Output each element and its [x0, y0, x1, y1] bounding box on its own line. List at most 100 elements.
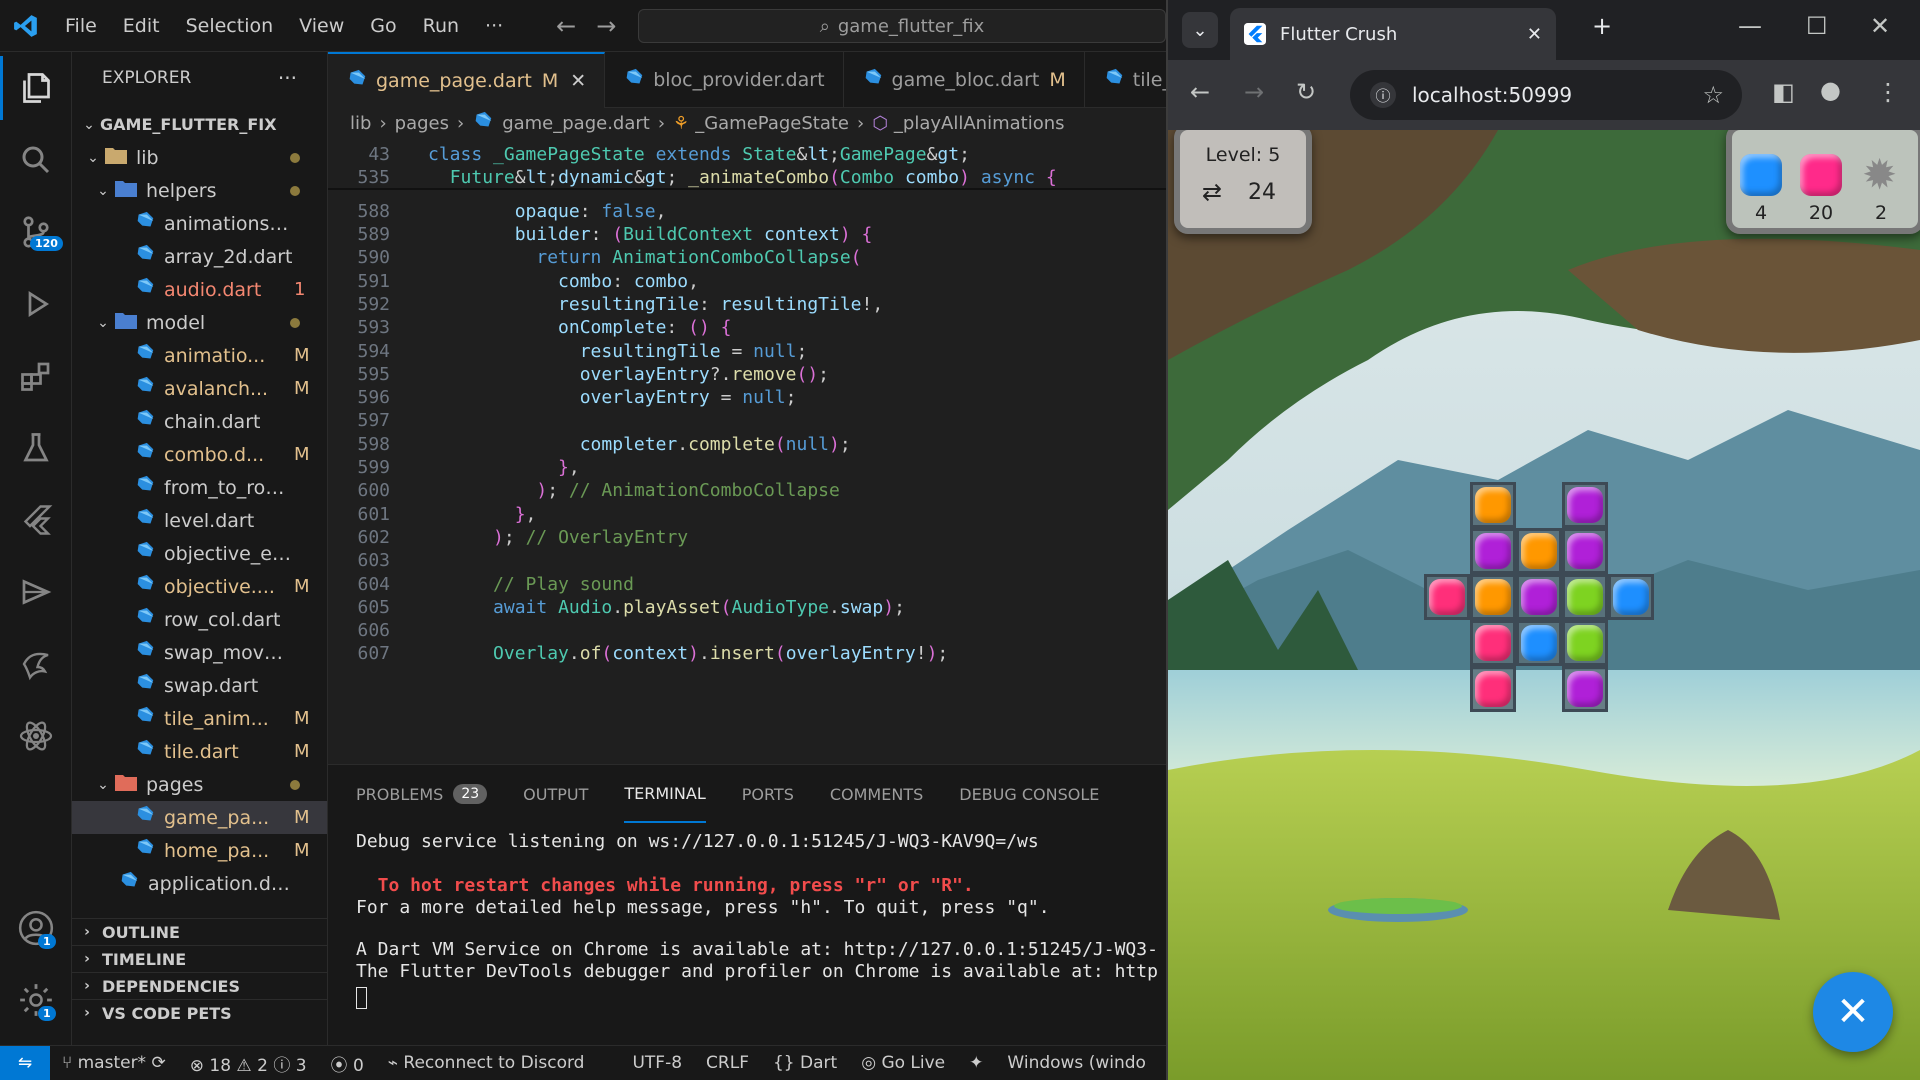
folder-row[interactable]: ⌄ model — [72, 306, 327, 339]
purple-gem-icon[interactable] — [1521, 579, 1557, 615]
accounts-icon[interactable]: 1 — [0, 896, 72, 960]
panel-tab-problems[interactable]: PROBLEMS 23 — [356, 765, 488, 823]
discord-status[interactable]: ⌁ Reconnect to Discord — [376, 1053, 597, 1073]
explorer-icon[interactable] — [0, 56, 72, 120]
pink-gem-icon[interactable] — [1429, 579, 1465, 615]
section-outline[interactable]: › OUTLINE — [72, 918, 327, 945]
flutter-status-icon[interactable]: ✦ — [957, 1053, 995, 1073]
file-row[interactable]: application.dart — [72, 867, 327, 900]
settings-gear-icon[interactable]: 1 — [0, 968, 72, 1032]
breadcrumb-item[interactable]: lib — [350, 113, 371, 134]
menu-item[interactable]: Run — [410, 0, 472, 52]
forward-arrow-icon[interactable]: → — [586, 12, 626, 40]
project-root[interactable]: ⌄ GAME_FLUTTER_FIX — [72, 108, 327, 141]
menu-item[interactable]: Edit — [110, 0, 173, 52]
file-row[interactable]: objective.... M — [72, 570, 327, 603]
maximize-icon[interactable]: ☐ — [1806, 12, 1828, 40]
remote-icon[interactable] — [0, 560, 72, 624]
panel-tab-terminal[interactable]: TERMINAL — [624, 765, 706, 823]
file-row[interactable]: combo.d... M — [72, 438, 327, 471]
new-tab-icon[interactable]: + — [1592, 12, 1612, 40]
file-row[interactable]: row_col.dart — [72, 603, 327, 636]
remote-icon[interactable]: ⇋ — [0, 1045, 50, 1080]
purple-gem-icon[interactable] — [1567, 487, 1603, 523]
menu-item[interactable]: File — [52, 0, 110, 52]
bookmark-star-icon[interactable]: ☆ — [1702, 81, 1724, 109]
file-row[interactable]: home_pa... M — [72, 834, 327, 867]
file-row[interactable]: swap_move.dart — [72, 636, 327, 669]
section-timeline[interactable]: › TIMELINE — [72, 945, 327, 972]
purple-gem-icon[interactable] — [1475, 533, 1511, 569]
explorer-more-icon[interactable]: ··· — [278, 66, 297, 90]
side-panel-icon[interactable]: ◧ — [1772, 78, 1795, 106]
terminal-output[interactable]: Debug service listening on ws://127.0.0.… — [328, 823, 1166, 1045]
language-status[interactable]: {} Dart — [761, 1053, 849, 1073]
green-gem-icon[interactable] — [1567, 579, 1603, 615]
blue-gem-icon[interactable] — [1613, 579, 1649, 615]
problems-status[interactable]: ⊗ 18 ⚠ 2 ⓘ 3 — [178, 1051, 319, 1076]
orange-gem-icon[interactable] — [1521, 533, 1557, 569]
close-fab-button[interactable]: ✕ — [1813, 972, 1893, 1052]
dart-devtools-icon[interactable] — [0, 632, 72, 696]
pink-gem-icon[interactable] — [1475, 625, 1511, 661]
address-bar[interactable]: ⓘ localhost:50999 ☆ — [1350, 70, 1742, 120]
file-row[interactable]: game_pa... M — [72, 801, 327, 834]
menu-item[interactable]: Go — [357, 0, 409, 52]
close-tab-icon[interactable]: ✕ — [1527, 24, 1542, 45]
file-row[interactable]: animations_res... — [72, 207, 327, 240]
close-tab-icon[interactable]: ✕ — [570, 70, 586, 92]
orange-gem-icon[interactable] — [1475, 487, 1511, 523]
command-center-search[interactable]: ⌕ game_flutter_fix — [638, 9, 1166, 43]
file-row[interactable]: chain.dart — [72, 405, 327, 438]
pink-gem-icon[interactable] — [1475, 671, 1511, 707]
encoding-status[interactable]: UTF-8 — [620, 1053, 694, 1073]
menu-item[interactable]: View — [286, 0, 357, 52]
file-row[interactable]: avalanch... M — [72, 372, 327, 405]
breadcrumb-item[interactable]: _GamePageState — [695, 113, 849, 134]
file-row[interactable]: audio.dart 1 — [72, 273, 327, 306]
extensions-icon[interactable] — [0, 344, 72, 408]
flutter-icon[interactable] — [0, 488, 72, 552]
source-control-icon[interactable]: 120 — [0, 200, 72, 264]
file-row[interactable]: from_to_row_c... — [72, 471, 327, 504]
menu-item[interactable]: Selection — [173, 0, 287, 52]
file-row[interactable]: tile.dart M — [72, 735, 327, 768]
run-debug-icon[interactable] — [0, 272, 72, 336]
close-window-icon[interactable]: ✕ — [1870, 12, 1890, 40]
folder-row[interactable]: ⌄ lib — [72, 141, 327, 174]
panel-tab-debug-console[interactable]: DEBUG CONSOLE — [959, 765, 1099, 823]
file-row[interactable]: swap.dart — [72, 669, 327, 702]
file-row[interactable]: tile_anim... M — [72, 702, 327, 735]
file-row[interactable]: animatio... M — [72, 339, 327, 372]
section-dependencies[interactable]: › DEPENDENCIES — [72, 972, 327, 999]
file-row[interactable]: array_2d.dart — [72, 240, 327, 273]
menu-item[interactable]: ··· — [472, 0, 516, 52]
editor-tab[interactable]: game_page.dart M ✕ — [328, 52, 606, 108]
testing-icon[interactable] — [0, 416, 72, 480]
breadcrumb-item[interactable]: pages — [395, 113, 449, 134]
forward-icon[interactable]: → — [1244, 78, 1264, 106]
folder-row[interactable]: ⌄ helpers — [72, 174, 327, 207]
eol-status[interactable]: CRLF — [694, 1053, 761, 1073]
reload-icon[interactable]: ↻ — [1296, 78, 1316, 106]
tab-search-icon[interactable]: ⌄ — [1182, 12, 1218, 48]
code-editor[interactable]: 43 class _GamePageState extends State&lt;… — [328, 138, 1166, 764]
editor-tab[interactable]: game_bloc.dart M — [844, 52, 1085, 108]
go-live-button[interactable]: ◎ Go Live — [849, 1053, 957, 1073]
search-icon[interactable] — [0, 128, 72, 192]
react-icon[interactable] — [0, 704, 72, 768]
panel-tab-output[interactable]: OUTPUT — [523, 765, 588, 823]
section-vs-code-pets[interactable]: › VS CODE PETS — [72, 999, 327, 1026]
breadcrumb-item[interactable]: _playAllAnimations — [894, 113, 1065, 134]
purple-gem-icon[interactable] — [1567, 533, 1603, 569]
file-row[interactable]: level.dart — [72, 504, 327, 537]
editor-tab[interactable]: bloc_provider.dart — [605, 52, 844, 108]
folder-row[interactable]: ⌄ pages — [72, 768, 327, 801]
flutter-game-canvas[interactable]: Level: 5 ⇄ 24 4 20 ✹ 2 ✕ — [1168, 130, 1920, 1080]
minimize-icon[interactable]: — — [1738, 12, 1762, 40]
device-status[interactable]: Windows (windo — [995, 1053, 1158, 1073]
purple-gem-icon[interactable] — [1567, 671, 1603, 707]
green-gem-icon[interactable] — [1567, 625, 1603, 661]
orange-gem-icon[interactable] — [1475, 579, 1511, 615]
panel-tab-ports[interactable]: PORTS — [742, 765, 794, 823]
